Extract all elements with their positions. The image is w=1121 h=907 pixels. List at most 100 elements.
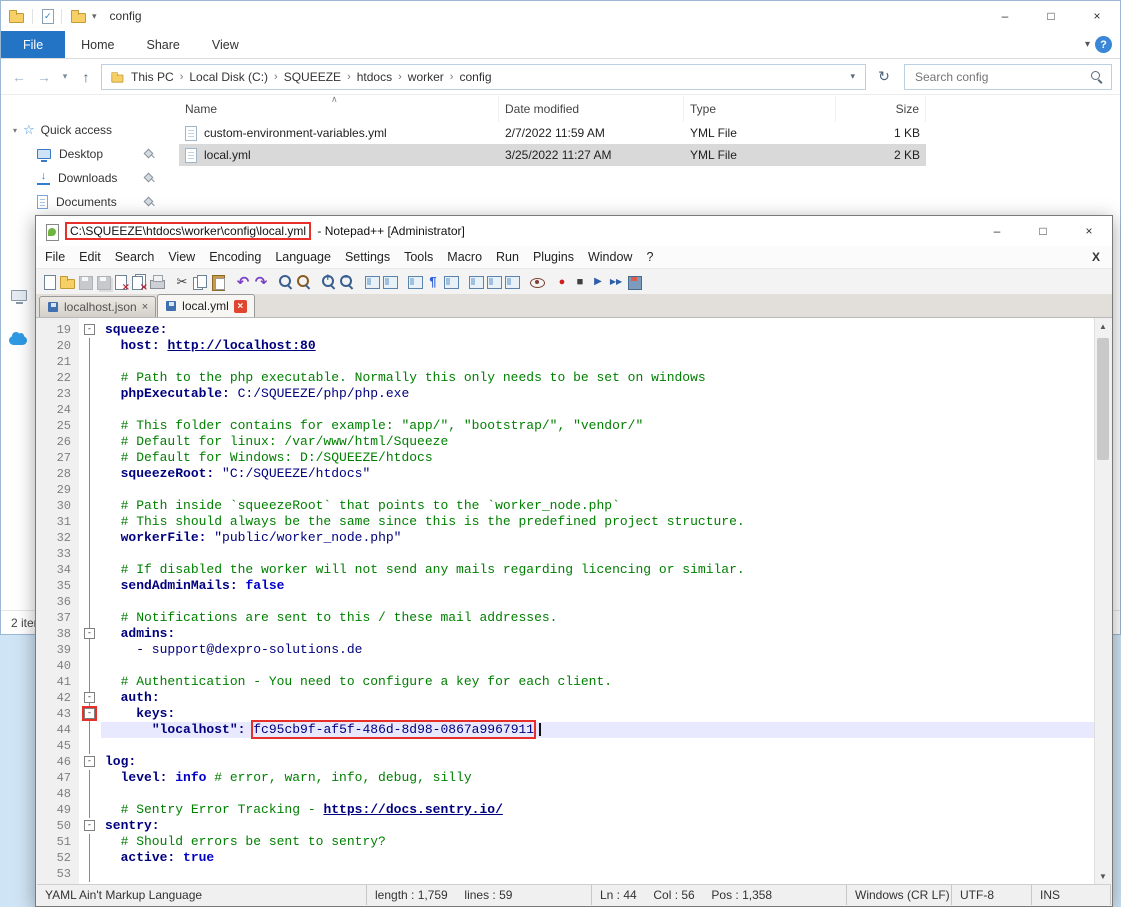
code-line[interactable]: # Default for linux: /var/www/html/Squee… bbox=[101, 434, 1094, 450]
sync-horizontal-scroll-icon[interactable] bbox=[381, 273, 399, 291]
maximize-button[interactable]: □ bbox=[1020, 216, 1066, 246]
back-icon[interactable]: ← bbox=[9, 69, 29, 85]
code-line[interactable]: sentry: bbox=[101, 818, 1094, 834]
record-macro-icon[interactable]: ● bbox=[553, 273, 571, 291]
fold-marker[interactable]: - bbox=[84, 324, 95, 335]
run-macro-multiple-times-icon[interactable]: ▶▶ bbox=[607, 273, 625, 291]
forward-icon[interactable]: → bbox=[34, 69, 54, 85]
breadcrumb-item-worker[interactable]: worker bbox=[403, 68, 449, 86]
tab-close-icon[interactable]: × bbox=[142, 302, 148, 313]
code-line[interactable]: # Should errors be sent to sentry? bbox=[101, 834, 1094, 850]
scroll-down-icon[interactable]: ▼ bbox=[1095, 868, 1111, 884]
menu-item-plugins[interactable]: Plugins bbox=[526, 248, 581, 266]
refresh-icon[interactable]: ↻ bbox=[871, 68, 897, 85]
menu-item-encoding[interactable]: Encoding bbox=[202, 248, 268, 266]
tab-close-icon[interactable]: × bbox=[234, 300, 247, 313]
code-line[interactable]: host: http://localhost:80 bbox=[101, 338, 1094, 354]
qat-properties-icon[interactable] bbox=[40, 9, 54, 23]
code-line[interactable]: keys: bbox=[101, 706, 1094, 722]
playback-macro-icon[interactable]: ▶ bbox=[589, 273, 607, 291]
breadcrumb-item-squeeze[interactable]: SQUEEZE bbox=[279, 68, 346, 86]
menu-item-language[interactable]: Language bbox=[268, 248, 338, 266]
zoom-out-icon[interactable]: − bbox=[338, 273, 356, 291]
ribbon-tab-home[interactable]: Home bbox=[65, 31, 130, 58]
new-file-icon[interactable] bbox=[40, 273, 58, 291]
menu-item-search[interactable]: Search bbox=[108, 248, 162, 266]
history-caret-icon[interactable]: ▾ bbox=[59, 71, 71, 82]
close-all-icon[interactable] bbox=[130, 273, 148, 291]
fold-marker[interactable]: - bbox=[84, 708, 95, 719]
code-area[interactable]: squeeze: host: http://localhost:80 # Pat… bbox=[101, 318, 1094, 884]
copy-icon[interactable] bbox=[191, 273, 209, 291]
zoom-in-icon[interactable]: + bbox=[320, 273, 338, 291]
cut-icon[interactable]: ✂ bbox=[173, 273, 191, 291]
ribbon-expand-icon[interactable]: ▾ bbox=[1085, 39, 1090, 50]
fold-marker[interactable]: - bbox=[84, 628, 95, 639]
vertical-scrollbar[interactable]: ▲ ▼ bbox=[1094, 318, 1111, 884]
search-input[interactable] bbox=[913, 69, 1090, 85]
code-line[interactable]: workerFile: "public/worker_node.php" bbox=[101, 530, 1094, 546]
sidebar-item-downloads[interactable]: ↓Downloads bbox=[1, 166, 171, 190]
address-caret-icon[interactable]: ▾ bbox=[846, 71, 859, 82]
menu-item-window[interactable]: Window bbox=[581, 248, 639, 266]
menu-item-view[interactable]: View bbox=[161, 248, 202, 266]
code-line[interactable]: - support@dexpro-solutions.de bbox=[101, 642, 1094, 658]
code-line[interactable]: # Default for Windows: D:/SQUEEZE/htdocs bbox=[101, 450, 1094, 466]
breadcrumb-item-local-disk-c[interactable]: Local Disk (C:) bbox=[184, 68, 273, 86]
column-header-name[interactable]: Name bbox=[179, 96, 499, 122]
breadcrumb-item-this-pc[interactable]: This PC bbox=[126, 68, 179, 86]
code-line[interactable] bbox=[101, 738, 1094, 754]
replace-icon[interactable] bbox=[295, 273, 313, 291]
sync-vertical-scroll-icon[interactable] bbox=[363, 273, 381, 291]
code-line[interactable]: auth: bbox=[101, 690, 1094, 706]
save-all-icon[interactable] bbox=[94, 273, 112, 291]
close-icon[interactable] bbox=[112, 273, 130, 291]
breadcrumb-item-htdocs[interactable]: htdocs bbox=[352, 68, 397, 86]
code-line[interactable]: log: bbox=[101, 754, 1094, 770]
save-icon[interactable] bbox=[76, 273, 94, 291]
code-line[interactable]: admins: bbox=[101, 626, 1094, 642]
column-header-type[interactable]: Type bbox=[684, 96, 836, 122]
tab-localhost-json[interactable]: localhost.json× bbox=[39, 296, 156, 317]
code-line[interactable] bbox=[101, 786, 1094, 802]
menu-item-item[interactable]: ? bbox=[639, 248, 660, 266]
function-list-icon[interactable] bbox=[467, 273, 485, 291]
search-icon[interactable] bbox=[1090, 70, 1103, 83]
document-map-icon[interactable] bbox=[485, 273, 503, 291]
fold-marker[interactable]: - bbox=[84, 756, 95, 767]
monitoring-icon[interactable] bbox=[528, 273, 546, 291]
minimize-button[interactable]: – bbox=[974, 216, 1020, 246]
code-line[interactable] bbox=[101, 594, 1094, 610]
link-text[interactable]: https://docs.sentry.io/ bbox=[323, 802, 502, 817]
indent-guide-icon[interactable] bbox=[442, 273, 460, 291]
sidebar-item-desktop[interactable]: Desktop bbox=[1, 142, 171, 166]
code-line[interactable]: # Path inside `squeezeRoot` that points … bbox=[101, 498, 1094, 514]
code-line[interactable] bbox=[101, 546, 1094, 562]
fold-marker[interactable]: - bbox=[84, 820, 95, 831]
menu-item-run[interactable]: Run bbox=[489, 248, 526, 266]
column-header-date-modified[interactable]: Date modified bbox=[499, 96, 684, 122]
this-pc-partial-icon[interactable] bbox=[11, 290, 27, 301]
minimize-button[interactable]: – bbox=[982, 1, 1028, 31]
code-line[interactable]: sendAdminMails: false bbox=[101, 578, 1094, 594]
breadcrumb-item-config[interactable]: config bbox=[454, 68, 496, 86]
undo-icon[interactable]: ↶ bbox=[234, 273, 252, 291]
sidebar-item-documents[interactable]: Documents bbox=[1, 190, 171, 214]
qat-customize-caret-icon[interactable]: ▾ bbox=[90, 11, 99, 22]
menu-item-settings[interactable]: Settings bbox=[338, 248, 397, 266]
code-line[interactable]: # Notifications are sent to this / these… bbox=[101, 610, 1094, 626]
code-line[interactable]: phpExecutable: C:/SQUEEZE/php/php.exe bbox=[101, 386, 1094, 402]
qat-new-folder-icon[interactable] bbox=[69, 7, 87, 25]
file-row-custom-environment-variables-yml[interactable]: custom-environment-variables.yml2/7/2022… bbox=[179, 122, 926, 144]
address-bar[interactable]: This PC›Local Disk (C:)›SQUEEZE›htdocs›w… bbox=[101, 64, 866, 90]
code-line[interactable]: "localhost": fc95cb9f-af5f-486d-8d98-086… bbox=[101, 722, 1094, 738]
code-line[interactable]: squeeze: bbox=[101, 322, 1094, 338]
up-icon[interactable]: ↑ bbox=[76, 69, 96, 85]
file-row-local-yml[interactable]: local.yml3/25/2022 11:27 AMYML File2 KB bbox=[179, 144, 926, 166]
ribbon-tab-view[interactable]: View bbox=[196, 31, 255, 58]
document-switcher-icon[interactable] bbox=[503, 273, 521, 291]
column-header-size[interactable]: Size bbox=[836, 96, 926, 122]
save-recorded-macro-icon[interactable] bbox=[625, 273, 643, 291]
code-line[interactable] bbox=[101, 658, 1094, 674]
close-button[interactable]: × bbox=[1066, 216, 1112, 246]
